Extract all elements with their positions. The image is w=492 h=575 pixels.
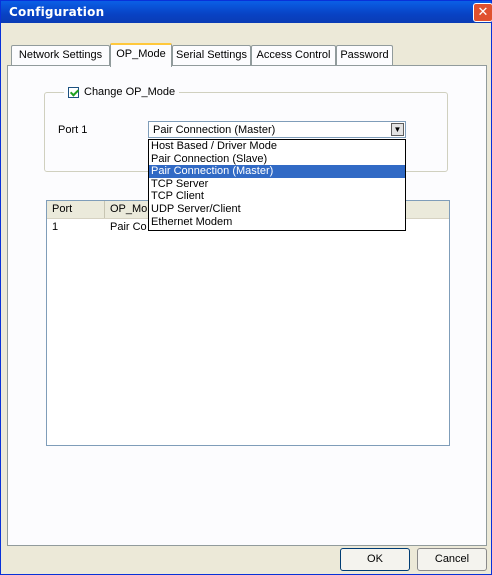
close-button[interactable]: ✕ (473, 3, 492, 22)
chevron-down-icon[interactable]: ▼ (391, 123, 404, 136)
tab-serial-settings[interactable]: Serial Settings (172, 45, 251, 65)
op-mode-select-value: Pair Connection (Master) (153, 124, 276, 136)
change-op-mode-checkbox[interactable]: Change OP_Mode (64, 86, 180, 98)
checkmark-icon[interactable] (68, 86, 79, 98)
option-pair-master[interactable]: Pair Connection (Master) (149, 165, 405, 178)
op-mode-select[interactable]: Pair Connection (Master) ▼ (148, 121, 406, 138)
column-port[interactable]: Port (47, 201, 105, 218)
configuration-window: Configuration ✕ Network Settings OP_Mode… (0, 0, 492, 575)
tab-op-mode[interactable]: OP_Mode (110, 43, 172, 67)
tab-network-settings[interactable]: Network Settings (11, 45, 110, 65)
close-icon: ✕ (477, 4, 489, 19)
op-mode-dropdown-list: Host Based / Driver Mode Pair Connection… (148, 139, 406, 231)
change-op-mode-label: Change OP_Mode (84, 86, 176, 98)
option-udp-server-client[interactable]: UDP Server/Client (149, 203, 405, 216)
option-tcp-server[interactable]: TCP Server (149, 178, 405, 191)
port-label: Port 1 (58, 124, 88, 136)
table-row-op-mode[interactable]: Pair Co (110, 220, 147, 234)
port-mode-table[interactable]: Port OP_Mo 1 Pair Co (46, 200, 450, 446)
option-host-based[interactable]: Host Based / Driver Mode (149, 140, 405, 153)
window-title: Configuration (9, 5, 105, 19)
title-bar[interactable]: Configuration ✕ (1, 1, 492, 23)
option-tcp-client[interactable]: TCP Client (149, 190, 405, 203)
tab-access-control[interactable]: Access Control (251, 45, 336, 65)
ok-button[interactable]: OK (340, 548, 410, 571)
cancel-button[interactable]: Cancel (417, 548, 487, 571)
option-pair-slave[interactable]: Pair Connection (Slave) (149, 153, 405, 166)
tab-password[interactable]: Password (336, 45, 393, 65)
op-mode-panel: Change OP_Mode Port 1 Pair Connection (M… (7, 65, 487, 546)
option-ethernet-modem[interactable]: Ethernet Modem (149, 216, 405, 229)
table-row-port[interactable]: 1 (52, 220, 58, 234)
